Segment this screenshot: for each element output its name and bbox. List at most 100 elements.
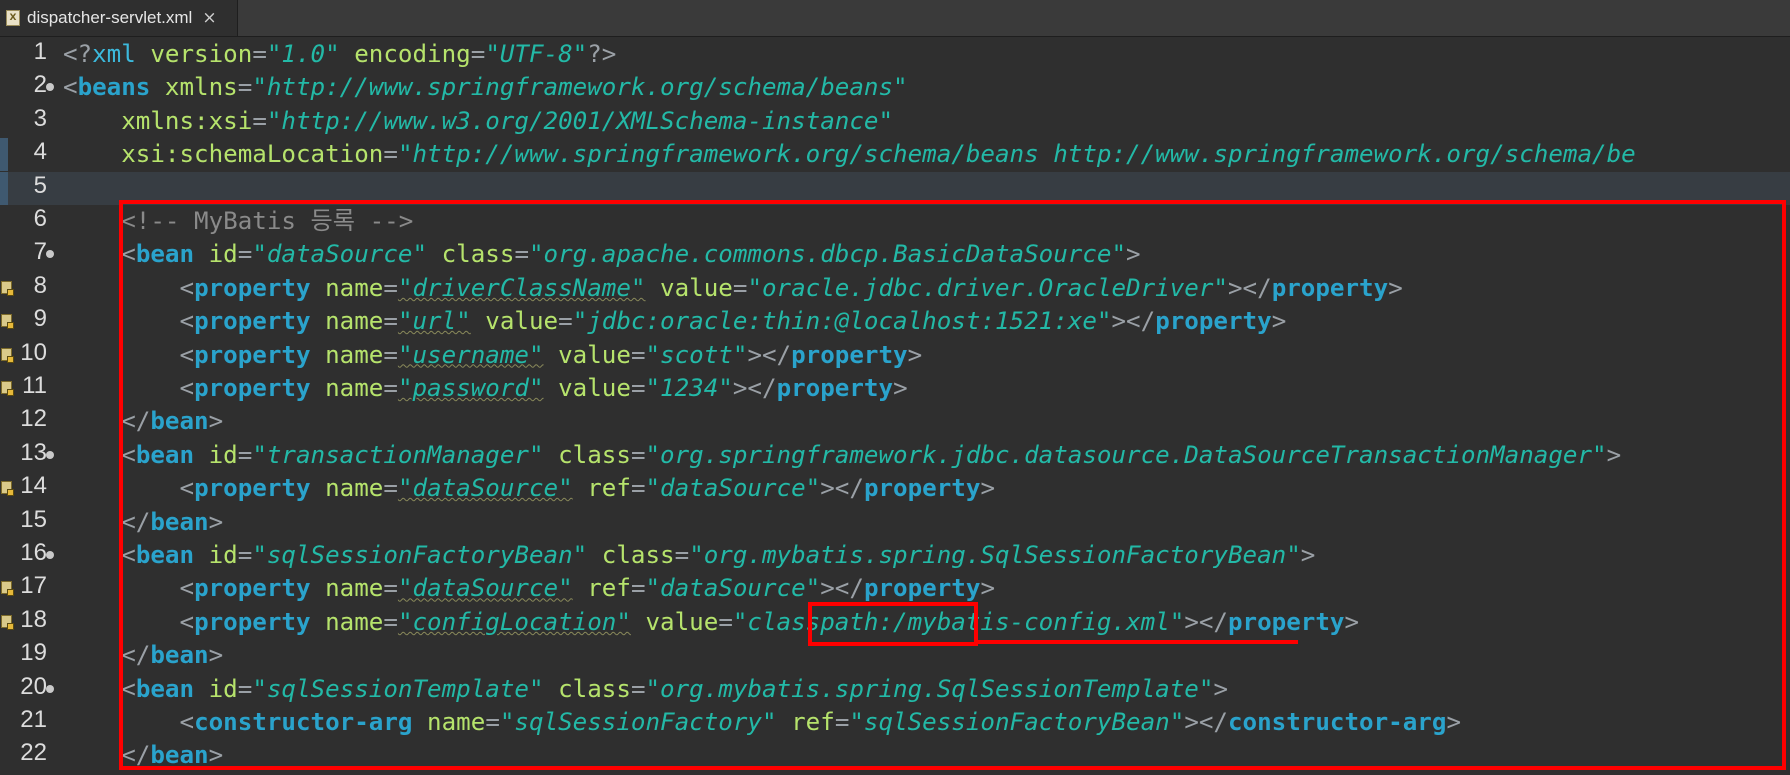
code-token: = bbox=[674, 541, 690, 569]
code-line[interactable]: 12 </bean> bbox=[0, 405, 1790, 438]
code-line[interactable]: 18 <property name="configLocation" value… bbox=[0, 606, 1790, 639]
code-token: < bbox=[63, 574, 195, 603]
line-number: 1 bbox=[33, 38, 47, 65]
code-token: constructor-arg bbox=[1228, 708, 1447, 736]
fold-toggle-icon[interactable] bbox=[46, 684, 54, 693]
fold-toggle-icon[interactable] bbox=[46, 551, 54, 559]
code-token: property bbox=[194, 273, 311, 302]
code-token: value bbox=[543, 340, 631, 369]
code-line[interactable]: 13 <bean id="transactionManager" class="… bbox=[0, 439, 1790, 472]
code-text: <bean id="dataSource" class="org.apache.… bbox=[63, 238, 1141, 271]
fold-toggle-icon[interactable] bbox=[46, 450, 54, 459]
line-number: 21 bbox=[20, 706, 47, 733]
code-token: > bbox=[1126, 240, 1141, 269]
code-line[interactable]: 21 <constructor-arg name="sqlSessionFact… bbox=[0, 706, 1790, 739]
code-token: property bbox=[776, 374, 894, 402]
line-number: 5 bbox=[33, 171, 47, 199]
code-token: = bbox=[732, 273, 748, 302]
line-number: 16 bbox=[20, 539, 47, 566]
code-token: property bbox=[1228, 607, 1345, 636]
code-text: </bean> bbox=[63, 405, 223, 438]
code-token: > bbox=[1271, 307, 1287, 336]
code-line[interactable]: 9 <property name="url" value="jdbc:oracl… bbox=[0, 305, 1790, 338]
code-token: ></ bbox=[732, 374, 777, 402]
code-token: = bbox=[630, 474, 646, 503]
code-token: > bbox=[1446, 708, 1461, 736]
code-token: name bbox=[310, 474, 384, 503]
code-line[interactable]: 10 <property name="username" value="scot… bbox=[0, 339, 1790, 372]
code-line[interactable]: 17 <property name="dataSource" ref="data… bbox=[0, 572, 1790, 605]
code-line[interactable]: 3 xmlns:xsi="http://www.w3.org/2001/XMLS… bbox=[0, 105, 1790, 138]
code-line[interactable]: 22 </bean> bbox=[0, 739, 1790, 772]
line-number: 11 bbox=[22, 372, 47, 399]
code-token: ></ bbox=[1111, 307, 1156, 336]
code-token: = bbox=[383, 273, 398, 302]
code-token: "http://www.springframework.org/schema/b… bbox=[397, 140, 1636, 169]
code-token: "classpath:/mybatis-config.xml" bbox=[732, 607, 1185, 636]
code-line[interactable]: 11 <property name="password" value="1234… bbox=[0, 372, 1790, 405]
code-token: > bbox=[980, 474, 995, 503]
code-token: > bbox=[1213, 674, 1228, 703]
code-editor[interactable]: 1 <?xml version="1.0" encoding="UTF-8"?> 2… bbox=[0, 36, 1790, 775]
code-token: "org.mybatis.spring.SqlSessionFactoryBea… bbox=[689, 541, 1301, 569]
code-token: > bbox=[208, 407, 224, 436]
code-line[interactable]: 7 <bean id="dataSource" class="org.apach… bbox=[0, 238, 1790, 271]
code-token: < bbox=[63, 607, 195, 636]
code-token: constructor-arg bbox=[194, 708, 413, 736]
code-line[interactable]: 1 <?xml version="1.0" encoding="UTF-8"?> bbox=[0, 38, 1790, 71]
code-token: = bbox=[237, 674, 253, 703]
code-line[interactable]: 8 <property name="driverClassName" value… bbox=[0, 272, 1790, 305]
code-token: bean bbox=[135, 541, 195, 569]
code-token: beans bbox=[77, 73, 151, 102]
tab-dispatcher-servlet[interactable]: X dispatcher-servlet.xml × bbox=[0, 0, 238, 36]
code-token: > bbox=[1344, 607, 1360, 636]
code-text: <property name="dataSource" ref="dataSou… bbox=[63, 572, 995, 605]
code-token: > bbox=[907, 340, 923, 369]
code-line[interactable]: 5 bbox=[0, 171, 1790, 205]
code-line[interactable]: 15 </bean> bbox=[0, 506, 1790, 539]
line-number: 14 bbox=[20, 472, 47, 500]
code-token: "oracle.jdbc.driver.OracleDriver" bbox=[747, 273, 1228, 302]
code-token: ></ bbox=[1184, 708, 1228, 736]
code-token: "org.mybatis.spring.SqlSessionTemplate" bbox=[645, 674, 1214, 703]
code-token: id bbox=[194, 440, 238, 469]
code-token: bean bbox=[150, 507, 209, 536]
code-line[interactable]: 4 xsi:schemaLocation="http://www.springf… bbox=[0, 138, 1790, 172]
code-text: <bean id="sqlSessionTemplate" class="org… bbox=[63, 673, 1228, 706]
fold-toggle-icon[interactable] bbox=[46, 250, 54, 259]
code-line[interactable]: 16 <bean id="sqlSessionFactoryBean" clas… bbox=[0, 539, 1790, 572]
code-line[interactable]: 6 <!-- MyBatis 등록 --> bbox=[0, 205, 1790, 238]
code-token: < bbox=[63, 708, 195, 736]
code-token: bean bbox=[135, 440, 195, 469]
code-token: < bbox=[63, 307, 195, 336]
code-token: bean bbox=[135, 674, 195, 703]
code-token: bean bbox=[150, 641, 209, 670]
code-token: = bbox=[383, 140, 398, 169]
code-token: </ bbox=[63, 507, 151, 536]
code-line[interactable]: 14 <property name="dataSource" ref="data… bbox=[0, 472, 1790, 505]
code-line[interactable]: 20 <bean id="sqlSessionTemplate" class="… bbox=[0, 673, 1790, 706]
line-number: 19 bbox=[20, 639, 47, 667]
code-text: xsi:schemaLocation="http://www.springfra… bbox=[63, 138, 1636, 171]
code-token: = bbox=[485, 708, 500, 736]
line-number: 13 bbox=[20, 438, 47, 466]
close-icon[interactable]: × bbox=[202, 8, 216, 28]
code-token: value bbox=[543, 374, 631, 402]
code-token: "configLocation" bbox=[397, 607, 631, 636]
line-number: 3 bbox=[33, 104, 47, 132]
line-number: 10 bbox=[20, 338, 47, 366]
code-token: = bbox=[630, 440, 646, 469]
code-line[interactable]: 2 <beans xmlns="http://www.springframewor… bbox=[0, 71, 1790, 104]
code-token: ></ bbox=[820, 574, 864, 603]
code-token: = bbox=[630, 574, 646, 603]
code-token: = bbox=[630, 674, 646, 703]
code-token: version bbox=[150, 40, 253, 68]
code-token: property bbox=[194, 474, 311, 503]
code-token: = bbox=[383, 374, 398, 402]
code-token: < bbox=[63, 273, 195, 302]
code-line[interactable]: 19 </bean> bbox=[0, 639, 1790, 672]
code-token: value bbox=[470, 307, 559, 336]
fold-toggle-icon[interactable] bbox=[46, 83, 54, 92]
code-text: <property name="url" value="jdbc:oracle:… bbox=[63, 305, 1286, 338]
code-token: "org.apache.commons.dbcp.BasicDataSource… bbox=[529, 240, 1127, 269]
